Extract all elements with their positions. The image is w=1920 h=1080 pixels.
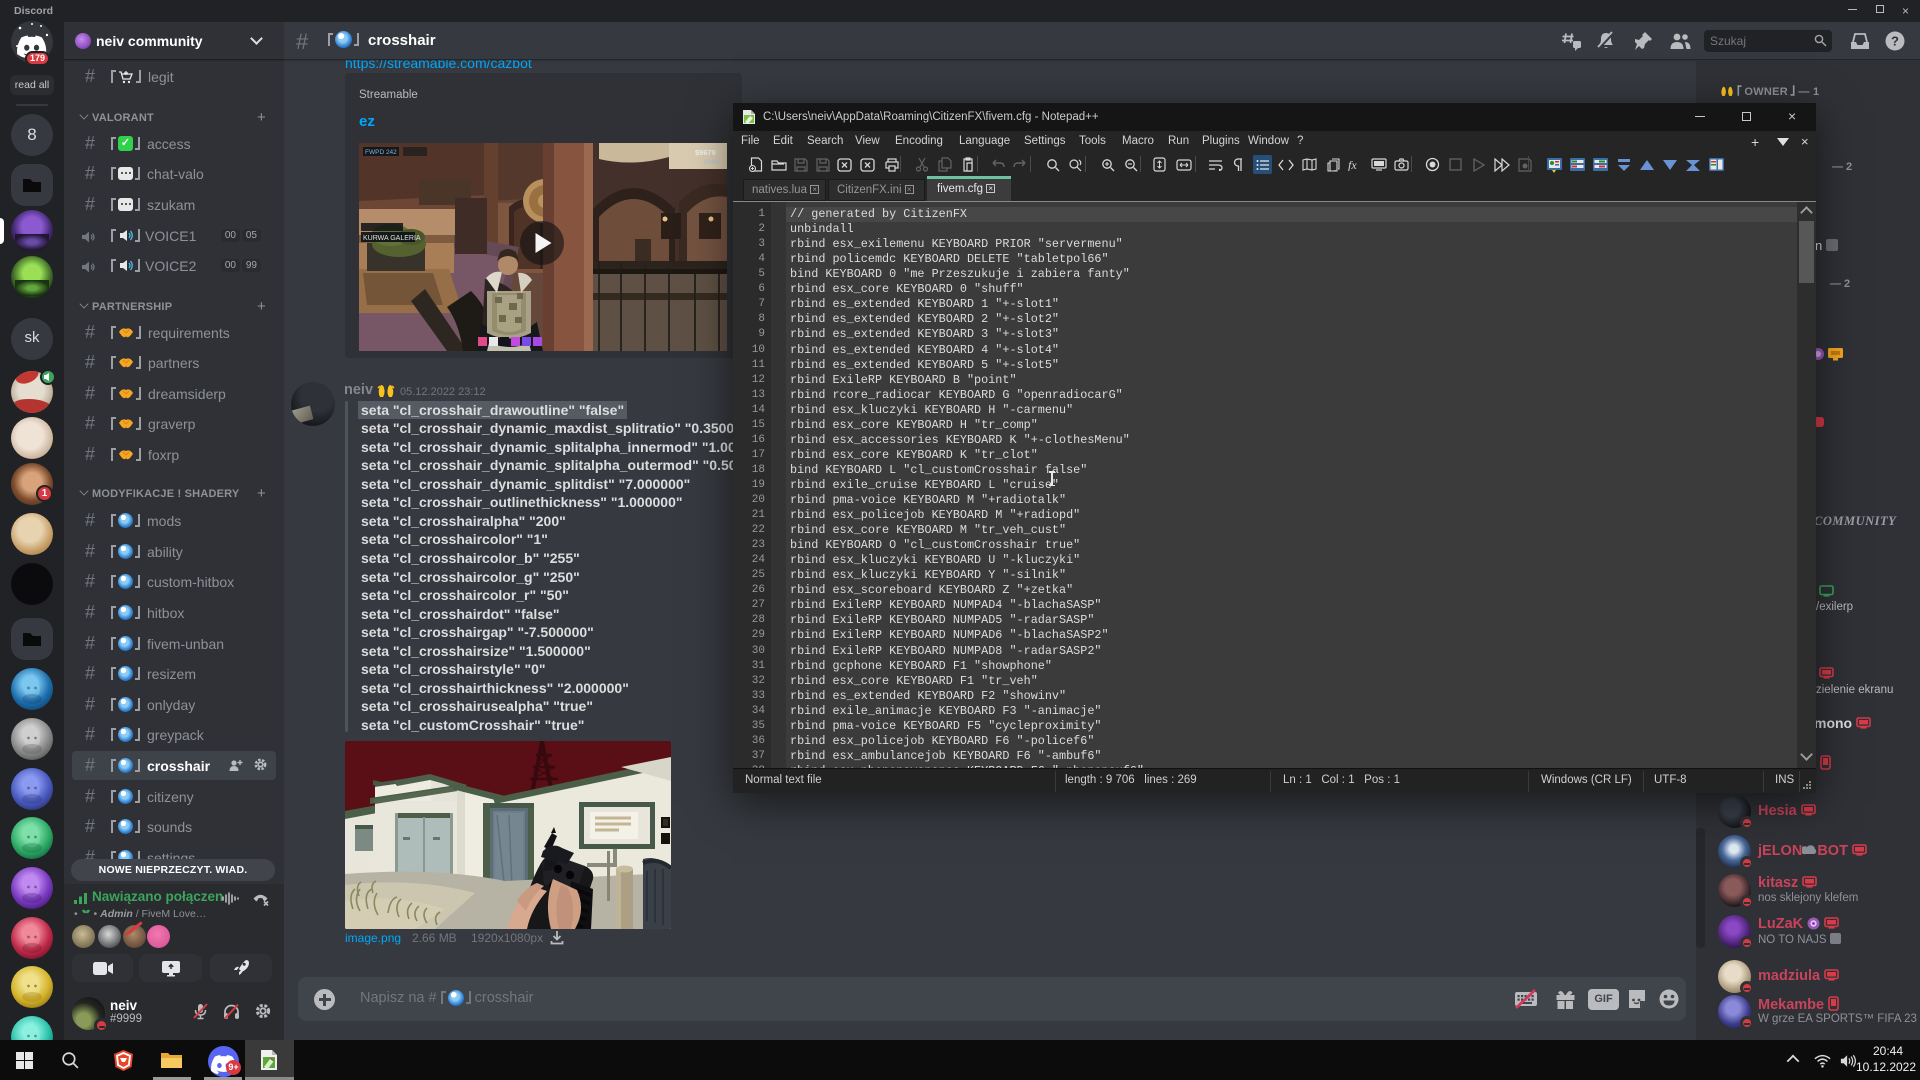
svg-text:fx: fx [1348,158,1357,171]
svg-text:104%: 104% [703,159,720,166]
svg-text:?: ? [1891,34,1899,49]
svg-text:$9679: $9679 [695,148,716,157]
svg-text:FWPD 242: FWPD 242 [365,149,397,156]
svg-text:KURWA GALERIA: KURWA GALERIA [363,235,421,242]
